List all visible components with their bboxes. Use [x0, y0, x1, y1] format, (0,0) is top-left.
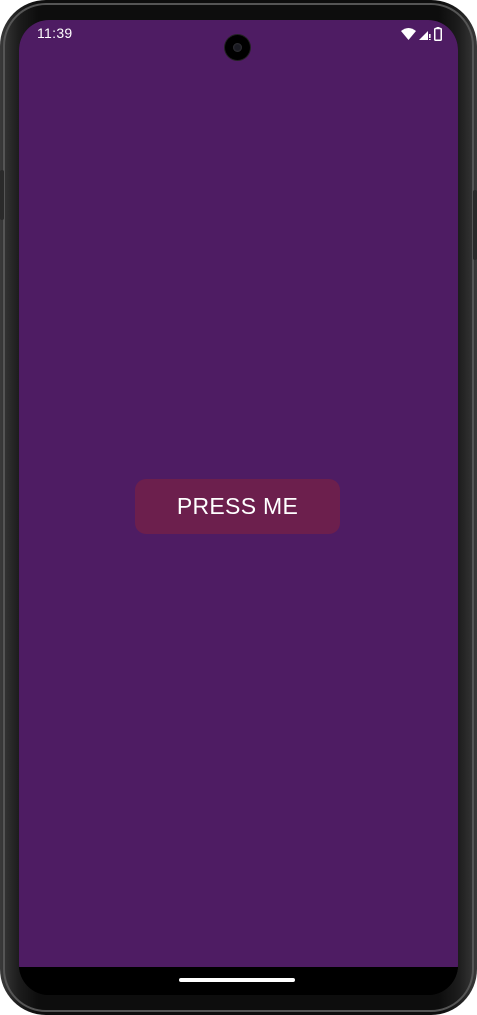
navigation-bar [19, 967, 458, 995]
wifi-icon [401, 28, 416, 40]
phone-frame: 11:39 PRESS ME [0, 0, 477, 1015]
signal-icon [419, 28, 431, 40]
status-icons [401, 26, 442, 42]
home-indicator[interactable] [179, 978, 295, 982]
battery-icon [434, 27, 442, 41]
front-camera [225, 35, 250, 60]
status-time: 11:39 [37, 25, 73, 41]
phone-screen: 11:39 PRESS ME [19, 20, 458, 995]
volume-button [0, 170, 4, 220]
power-button [473, 190, 477, 260]
app-content: 11:39 PRESS ME [19, 20, 458, 967]
press-me-button[interactable]: PRESS ME [135, 479, 340, 534]
